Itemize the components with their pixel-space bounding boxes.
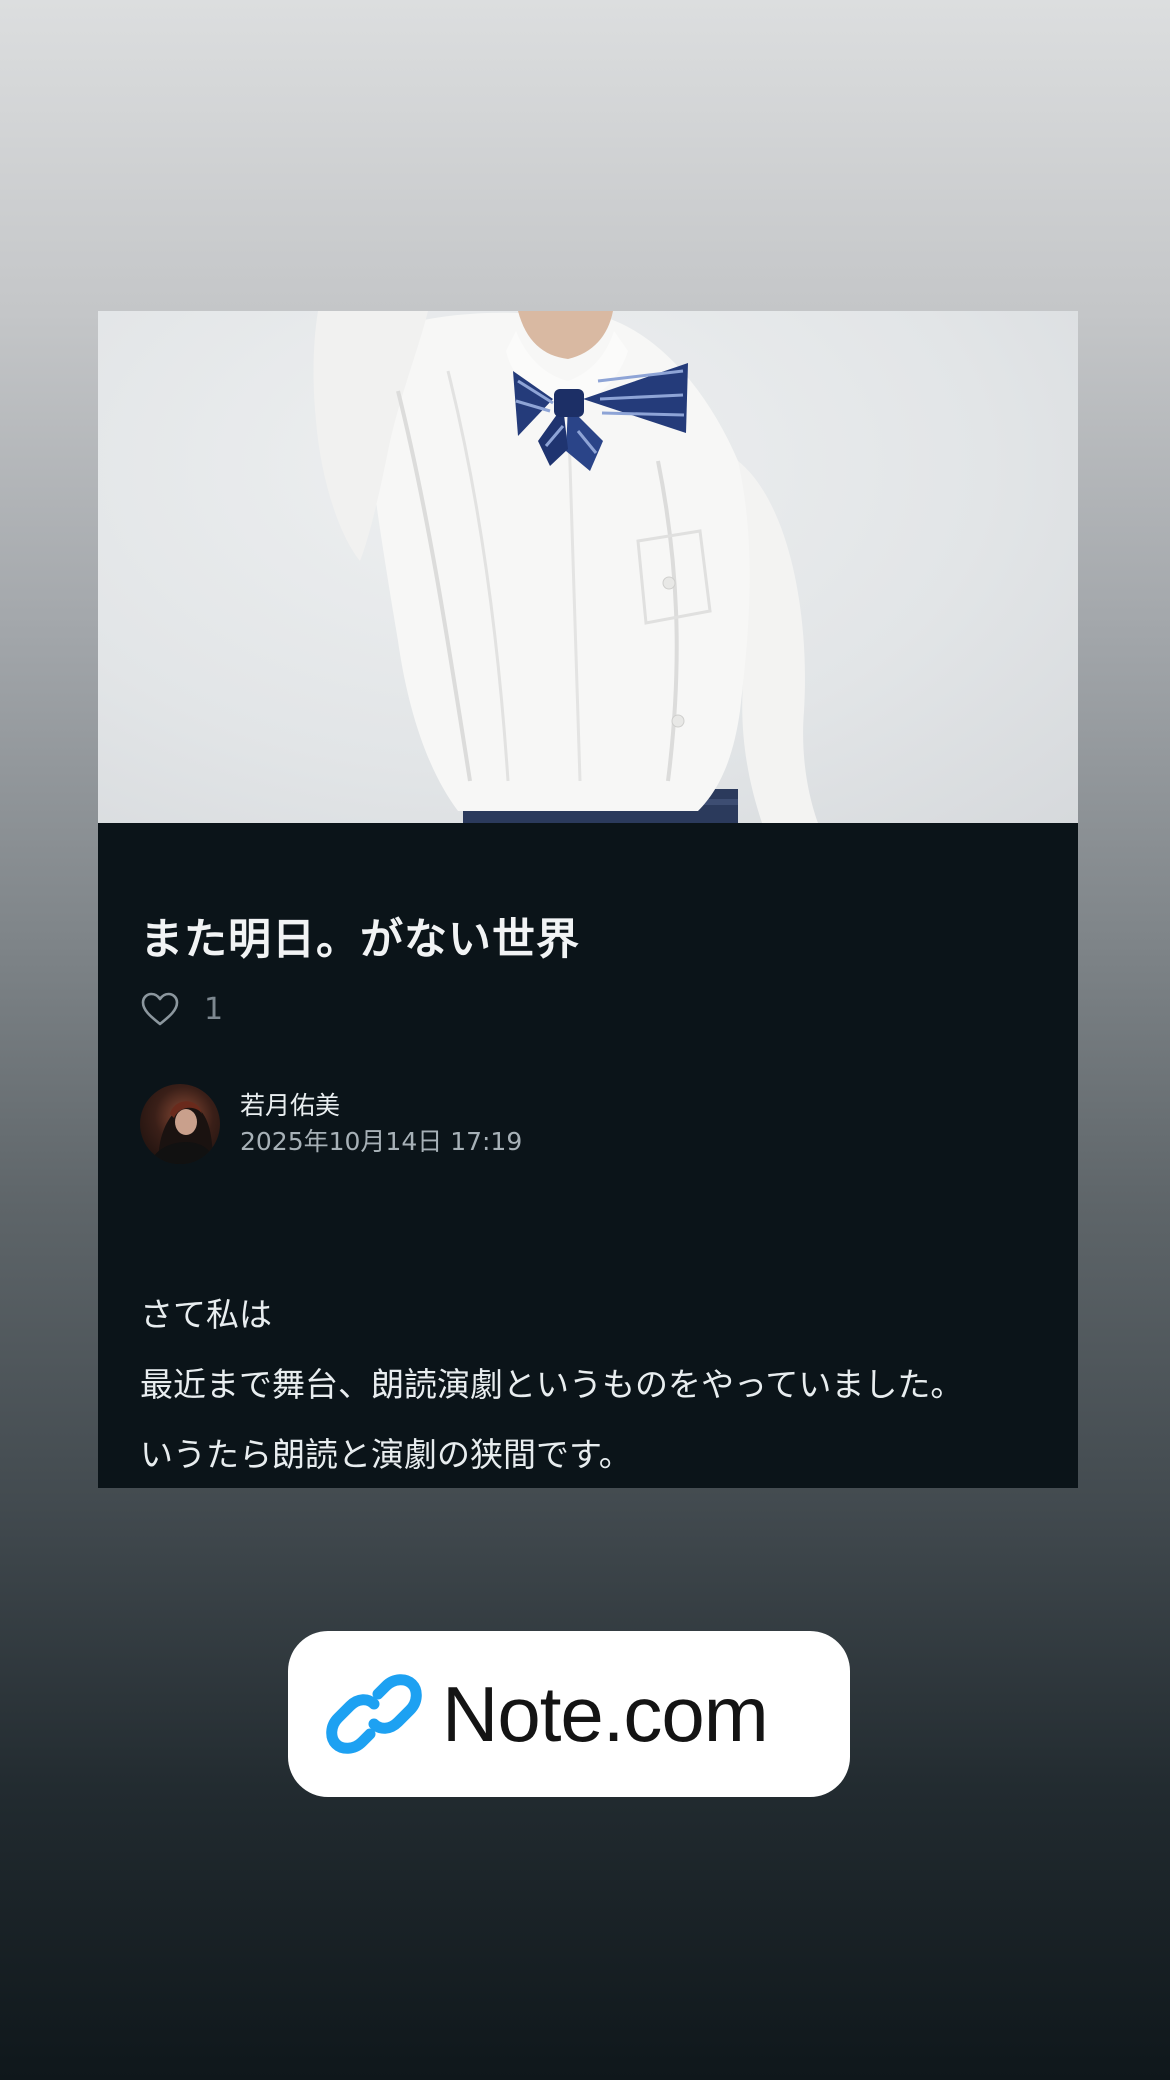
author-info[interactable]: 若月佑美 2025年10月14日 17:19: [140, 1084, 522, 1164]
post-title[interactable]: また明日。がない世界: [140, 905, 580, 967]
author-meta: 若月佑美 2025年10月14日 17:19: [240, 1088, 522, 1160]
post-date: 2025年10月14日 17:19: [240, 1127, 523, 1156]
link-icon: [326, 1674, 422, 1754]
post-body-line: 最近まで舞台、朗読演劇というものをやっていました。: [140, 1365, 964, 1404]
post-body-line: さて私は: [140, 1295, 272, 1334]
cover-photo-illustration: [313, 311, 818, 823]
author-name[interactable]: 若月佑美: [240, 1088, 522, 1124]
post-body-line: いうたら朗読と演劇の狭間です。: [140, 1435, 632, 1474]
avatar-image: [150, 1101, 216, 1164]
link-sticker[interactable]: Note.com: [288, 1631, 850, 1797]
post-excerpt: さて私は 最近まで舞台、朗読演劇というものをやっていました。 いうたら朗読と演劇…: [140, 1280, 963, 1488]
heart-icon[interactable]: [140, 991, 180, 1027]
like-count: 1: [204, 991, 224, 1027]
avatar[interactable]: [140, 1084, 220, 1164]
link-label[interactable]: Note.com: [442, 1669, 769, 1760]
like-row: 1: [140, 987, 223, 1031]
cover-photo: [98, 311, 1078, 823]
like-button[interactable]: [140, 991, 180, 1027]
post-card[interactable]: また明日。がない世界 1 若月佑美 2025年10月14日 17:19 さて私は…: [98, 311, 1078, 1488]
